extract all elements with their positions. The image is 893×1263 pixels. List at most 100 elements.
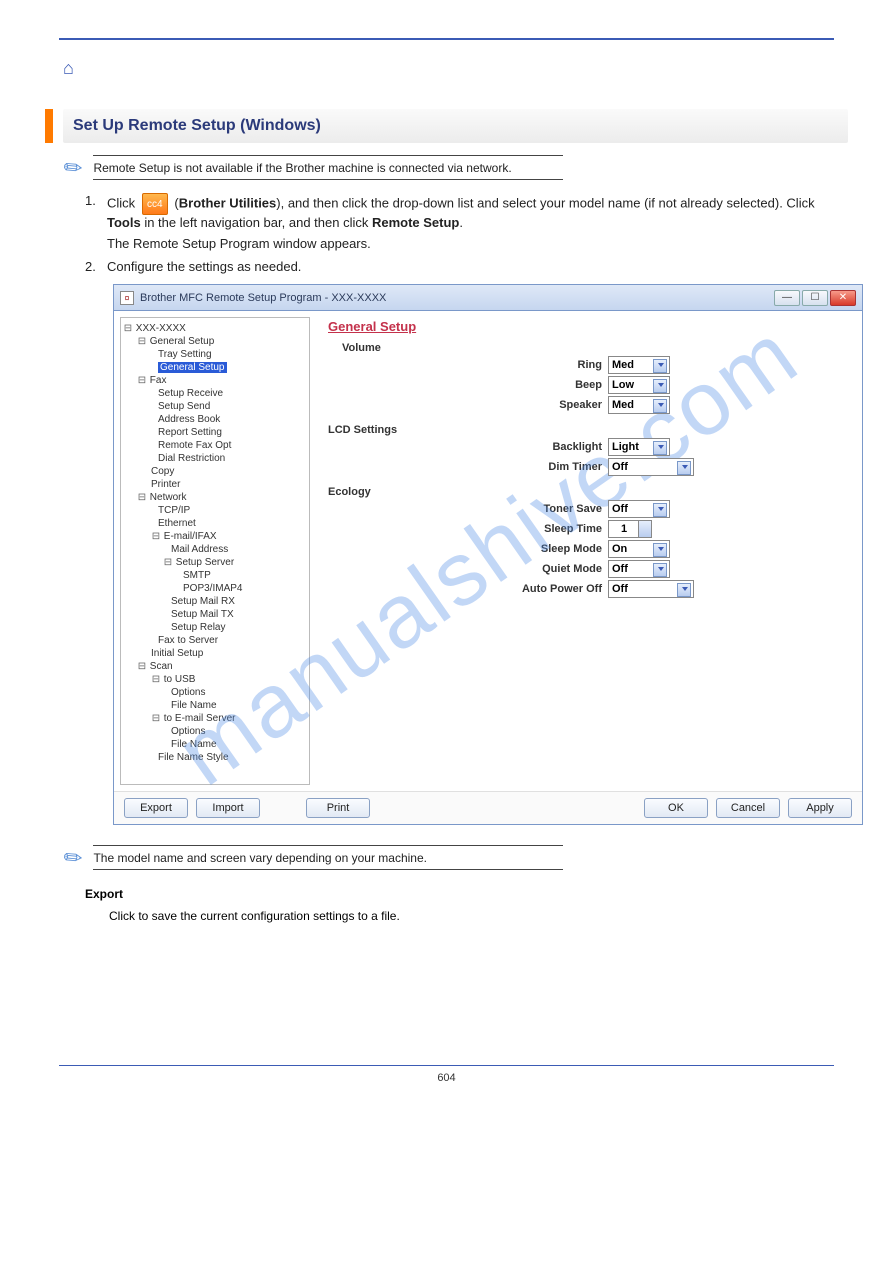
export-button[interactable]: Export: [124, 798, 188, 818]
step1-bold3: Remote Setup: [372, 215, 459, 230]
cancel-button[interactable]: Cancel: [716, 798, 780, 818]
select-beep[interactable]: Low: [608, 376, 670, 394]
tree-options-usb[interactable]: Options: [171, 687, 205, 698]
select-speaker-value: Med: [612, 399, 634, 411]
tree-filename-email[interactable]: File Name: [171, 739, 217, 750]
import-button[interactable]: Import: [196, 798, 260, 818]
select-dim-timer-value: Off: [612, 461, 628, 473]
tree-root[interactable]: XXX-XXXX: [136, 323, 186, 334]
tree-address-book[interactable]: Address Book: [158, 414, 220, 425]
select-ring[interactable]: Med: [608, 356, 670, 374]
step1-text-d: in the left navigation bar, and then cli…: [141, 215, 372, 230]
tree-to-email-server[interactable]: to E-mail Server: [164, 713, 236, 724]
tree-setup-receive[interactable]: Setup Receive: [158, 388, 223, 399]
label-sleep-time: Sleep Time: [328, 523, 608, 535]
ok-button[interactable]: OK: [644, 798, 708, 818]
select-ring-value: Med: [612, 359, 634, 371]
tree-setup-relay[interactable]: Setup Relay: [171, 622, 225, 633]
select-auto-power-off[interactable]: Off: [608, 580, 694, 598]
select-beep-value: Low: [612, 379, 634, 391]
dialog-titlebar: ¤ Brother MFC Remote Setup Program - XXX…: [114, 285, 862, 311]
note-text-1: Remote Setup is not available if the Bro…: [93, 159, 848, 179]
note-rule-bottom-2: [93, 869, 563, 870]
settings-tree[interactable]: ⊟ XXX-XXXX ⊟ General Setup Tray Setting …: [120, 317, 310, 785]
tree-scan[interactable]: Scan: [150, 661, 173, 672]
tree-report-setting[interactable]: Report Setting: [158, 427, 222, 438]
export-desc: Click to save the current configuration …: [109, 907, 400, 925]
step1-text-a: Click: [107, 195, 139, 210]
export-section: Export Click to save the current configu…: [85, 885, 848, 925]
tree-remote-fax-opt[interactable]: Remote Fax Opt: [158, 440, 231, 451]
label-sleep-mode: Sleep Mode: [328, 543, 608, 555]
dialog-footer: Export Import Print OK Cancel Apply: [114, 791, 862, 824]
step1-tail: The Remote Setup Program window appears.: [107, 236, 848, 251]
tree-fax-to-server[interactable]: Fax to Server: [158, 635, 218, 646]
tree-setup-mail-rx[interactable]: Setup Mail RX: [171, 596, 235, 607]
label-dim-timer: Dim Timer: [328, 461, 608, 473]
tree-fax[interactable]: Fax: [150, 375, 167, 386]
maximize-button[interactable]: ☐: [802, 290, 828, 306]
minimize-button[interactable]: —: [774, 290, 800, 306]
tree-smtp[interactable]: SMTP: [183, 570, 211, 581]
select-sleep-mode-value: On: [612, 543, 627, 555]
tree-filename-usb[interactable]: File Name: [171, 700, 217, 711]
step2-text: Configure the settings as needed.: [107, 259, 848, 274]
step-number: 2.: [85, 259, 107, 274]
tree-printer[interactable]: Printer: [151, 479, 180, 490]
select-toner-save-value: Off: [612, 503, 628, 515]
top-rule: [59, 38, 834, 40]
tree-to-usb[interactable]: to USB: [164, 674, 196, 685]
select-auto-power-off-value: Off: [612, 583, 628, 595]
tree-setup-send[interactable]: Setup Send: [158, 401, 210, 412]
step-2: 2. Configure the settings as needed.: [85, 259, 848, 274]
label-backlight: Backlight: [328, 441, 608, 453]
tree-filename-style[interactable]: File Name Style: [158, 752, 229, 763]
apply-button[interactable]: Apply: [788, 798, 852, 818]
tree-email-ifax[interactable]: E-mail/IFAX: [164, 531, 217, 542]
select-toner-save[interactable]: Off: [608, 500, 670, 518]
tree-options-email[interactable]: Options: [171, 726, 205, 737]
remote-setup-dialog: manualshive.com ¤ Brother MFC Remote Set…: [113, 284, 863, 825]
tree-tcpip[interactable]: TCP/IP: [158, 505, 190, 516]
step1-bold2: Tools: [107, 215, 141, 230]
tree-copy[interactable]: Copy: [151, 466, 174, 477]
label-quiet-mode: Quiet Mode: [328, 563, 608, 575]
tree-initial-setup[interactable]: Initial Setup: [151, 648, 203, 659]
tree-pop3-imap4[interactable]: POP3/IMAP4: [183, 583, 242, 594]
select-speaker[interactable]: Med: [608, 396, 670, 414]
select-quiet-mode[interactable]: Off: [608, 560, 670, 578]
settings-content: General Setup Volume RingMed BeepLow Spe…: [316, 311, 862, 791]
content-title: General Setup: [328, 319, 850, 334]
tree-network[interactable]: Network: [150, 492, 187, 503]
label-auto-power-off: Auto Power Off: [328, 583, 608, 595]
note-rule-top-2: [93, 845, 563, 846]
home-icon[interactable]: ⌂: [63, 58, 74, 79]
export-label: Export: [85, 887, 123, 901]
step1-text-c: ), and then click the drop-down list and…: [276, 195, 814, 210]
tree-general-setup-selected[interactable]: General Setup: [158, 362, 227, 373]
tree-ethernet[interactable]: Ethernet: [158, 518, 196, 529]
label-toner-save: Toner Save: [328, 503, 608, 515]
tree-mail-address[interactable]: Mail Address: [171, 544, 228, 555]
tree-setup-mail-tx[interactable]: Setup Mail TX: [171, 609, 234, 620]
bottom-rule: [59, 1065, 834, 1066]
spin-sleep-time[interactable]: 1: [608, 520, 652, 538]
tree-general-setup[interactable]: General Setup: [150, 336, 215, 347]
spin-sleep-time-value: 1: [621, 523, 627, 535]
tree-setup-server[interactable]: Setup Server: [176, 557, 234, 568]
label-speaker: Speaker: [328, 399, 608, 411]
note-rule-bottom: [93, 179, 563, 180]
select-backlight[interactable]: Light: [608, 438, 670, 456]
tree-dial-restriction[interactable]: Dial Restriction: [158, 453, 225, 464]
window-icon: ¤: [120, 291, 134, 305]
tree-tray-setting[interactable]: Tray Setting: [158, 349, 212, 360]
close-button[interactable]: ✕: [830, 290, 856, 306]
select-sleep-mode[interactable]: On: [608, 540, 670, 558]
cc4-icon: cc4: [142, 193, 168, 215]
step-number: 1.: [85, 193, 107, 208]
note-rule-top: [93, 155, 563, 156]
step-list: 1. Click cc4 (Brother Utilities), and th…: [85, 193, 848, 274]
step1-bold1: Brother Utilities: [179, 195, 277, 210]
print-button[interactable]: Print: [306, 798, 370, 818]
select-dim-timer[interactable]: Off: [608, 458, 694, 476]
